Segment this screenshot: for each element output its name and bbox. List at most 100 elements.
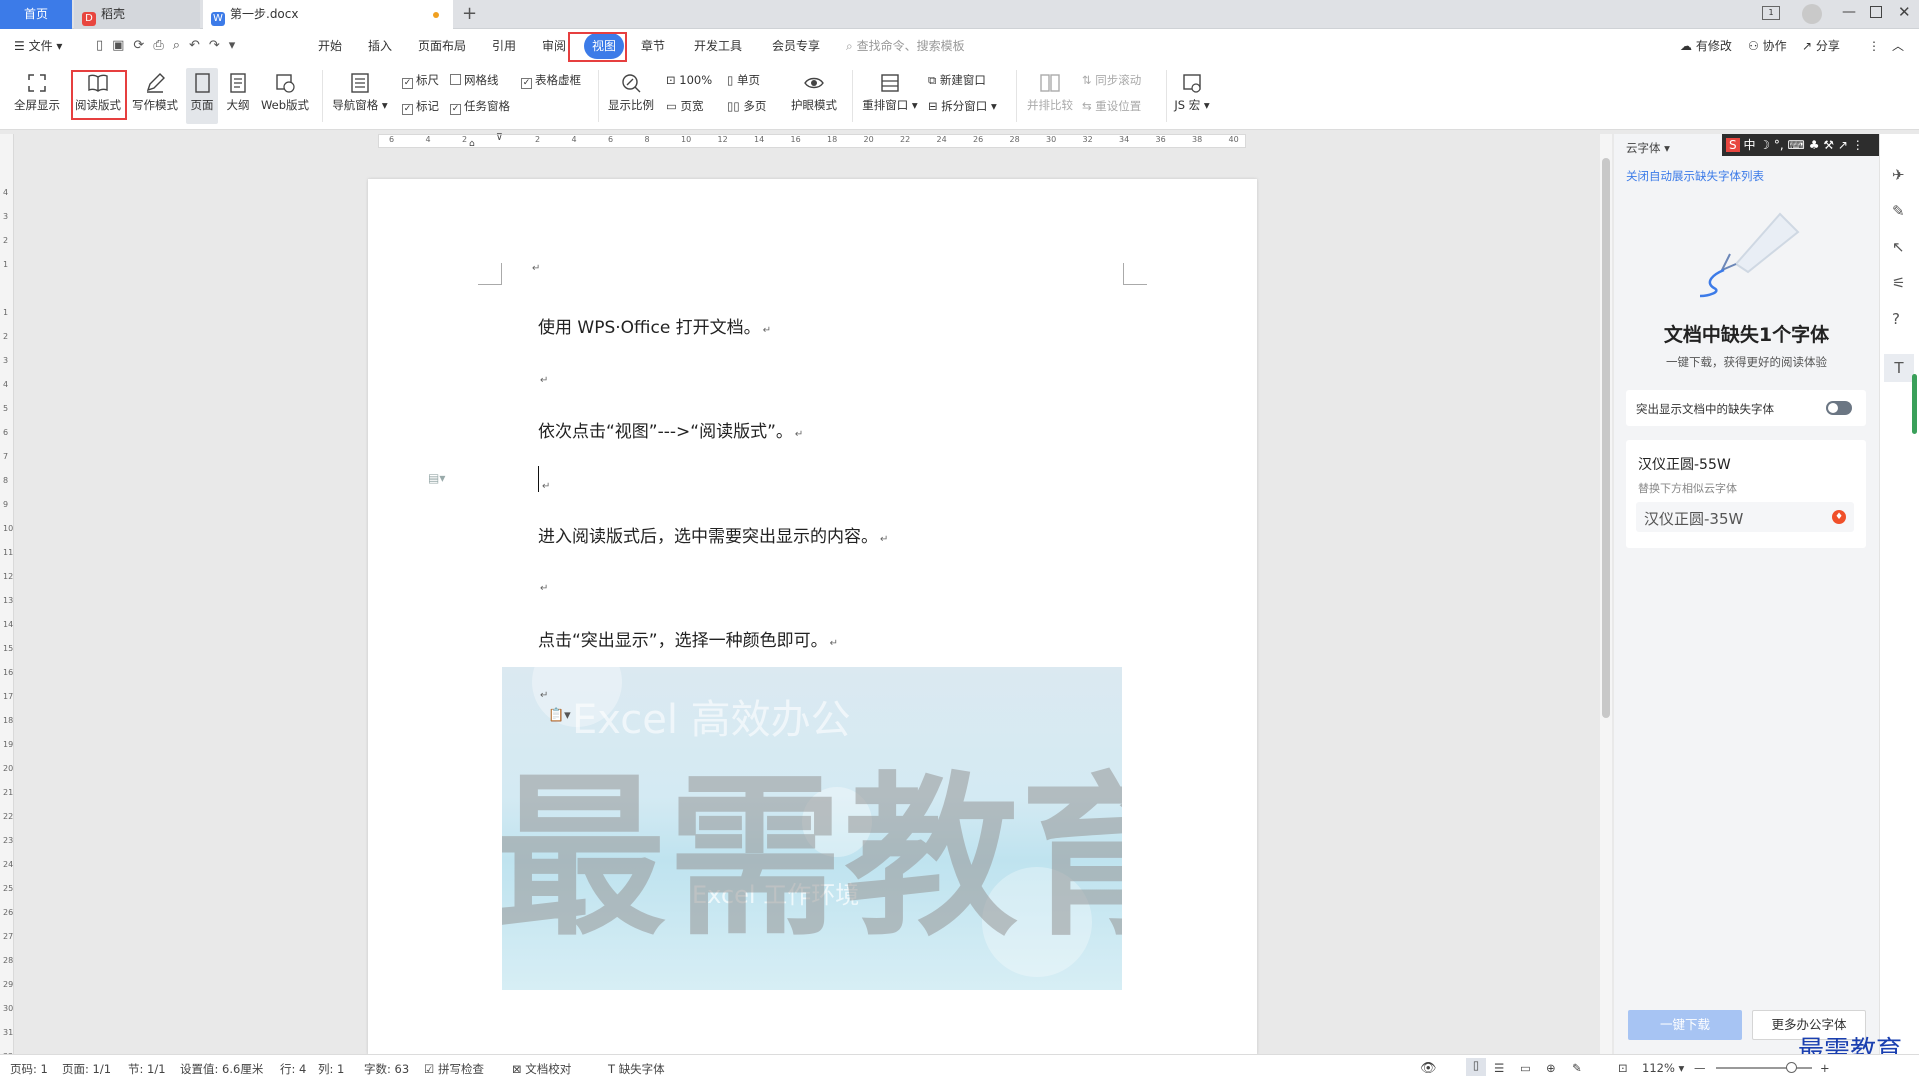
doc-proof-button[interactable]: ⊠ 文档校对 bbox=[512, 1061, 571, 1077]
menu-reference[interactable]: 引用 bbox=[492, 37, 516, 55]
tab-home[interactable]: 首页 bbox=[0, 0, 72, 29]
zoom-100-button[interactable]: ⊡ 100% bbox=[666, 72, 712, 88]
zoom-slider-thumb[interactable] bbox=[1786, 1062, 1797, 1073]
status-col[interactable]: 列: 1 bbox=[318, 1061, 344, 1077]
download-fire-icon[interactable]: ♦ bbox=[1832, 510, 1846, 524]
menu-section[interactable]: 章节 bbox=[641, 37, 665, 55]
collab-button[interactable]: ⚇ 协作 bbox=[1748, 37, 1787, 55]
status-words[interactable]: 字数: 63 bbox=[364, 1061, 409, 1077]
settings-sliders-icon[interactable]: ⚟ bbox=[1892, 274, 1905, 292]
menu-layout[interactable]: 页面布局 bbox=[418, 37, 466, 55]
return-mark: ↵ bbox=[532, 263, 541, 274]
scrollbar-thumb[interactable] bbox=[1602, 158, 1610, 718]
outline-button[interactable]: 大纲 bbox=[222, 72, 254, 113]
font-t-icon[interactable]: T bbox=[1884, 354, 1914, 382]
panel-header[interactable]: 云字体 ▾ bbox=[1626, 140, 1670, 156]
spell-check-button[interactable]: ☑ 拼写检查 bbox=[424, 1061, 484, 1077]
multi-page-button[interactable]: ▯▯ 多页 bbox=[727, 98, 766, 114]
js-macro-button[interactable]: JS 宏 ▾ bbox=[1172, 72, 1212, 113]
menu-insert[interactable]: 插入 bbox=[368, 37, 392, 55]
outline-status-icon[interactable]: ☰ bbox=[1494, 1061, 1504, 1075]
page-view-status-icon[interactable]: ▯ bbox=[1466, 1058, 1486, 1076]
status-eye-icon[interactable]: 👁 bbox=[1420, 1061, 1437, 1076]
zoom-out-icon[interactable]: — bbox=[1694, 1061, 1706, 1075]
split-window-button[interactable]: ⊟ 拆分窗口 ▾ bbox=[928, 98, 997, 114]
tab-daoke[interactable]: D 稻壳 bbox=[74, 0, 200, 29]
avatar[interactable] bbox=[1802, 4, 1822, 24]
rearrange-window-button[interactable]: 重排窗口 ▾ bbox=[860, 72, 920, 113]
collapse-ribbon-icon[interactable]: ︿ bbox=[1892, 37, 1904, 55]
return-mark: ↵ bbox=[794, 429, 804, 440]
document-page[interactable]: ↵ 使用 WPS·Office 打开文档。 ↵ ↵ 依次点击“视图”--->“阅读… bbox=[368, 179, 1257, 1055]
web-layout-button[interactable]: Web版式 bbox=[258, 72, 312, 113]
status-page[interactable]: 页码: 1 bbox=[10, 1061, 48, 1077]
zoom-in-icon[interactable]: + bbox=[1820, 1061, 1830, 1075]
one-click-download-button[interactable]: 一键下载 bbox=[1628, 1010, 1742, 1040]
menu-dev[interactable]: 开发工具 bbox=[694, 37, 742, 55]
new-tab-plus-icon[interactable]: + bbox=[462, 3, 477, 24]
more-menu-icon[interactable]: ⋮ bbox=[1868, 37, 1880, 55]
menu-review[interactable]: 审阅 bbox=[542, 37, 566, 55]
ruler-checkbox[interactable]: ✓ 标尺 bbox=[402, 72, 439, 89]
tab-document[interactable]: W 第一步.docx bbox=[203, 0, 453, 29]
ruler-left-marker-icon[interactable]: ⌂ bbox=[469, 139, 475, 149]
web-status-icon[interactable]: ⊕ bbox=[1546, 1061, 1556, 1075]
page-view-button[interactable]: 页面 bbox=[186, 68, 218, 124]
help-icon[interactable]: ? bbox=[1892, 310, 1900, 328]
select-cursor-icon[interactable]: ↖ bbox=[1892, 238, 1905, 256]
paragraph-4[interactable]: 点击“突出显示”，选择一种颜色即可。 ↵ bbox=[538, 626, 838, 651]
reset-position-button[interactable]: ⇆ 重设位置 bbox=[1082, 98, 1141, 114]
menu-member[interactable]: 会员专享 bbox=[772, 37, 820, 55]
share-button[interactable]: ↗ 分享 bbox=[1802, 37, 1840, 55]
write-status-icon[interactable]: ✎ bbox=[1572, 1061, 1582, 1075]
ruler-indent-marker-icon[interactable]: ⊽ bbox=[496, 133, 503, 143]
command-search[interactable]: ⌕ 查找命令、搜索模板 bbox=[846, 37, 965, 55]
fullscreen-button[interactable]: 全屏显示 bbox=[12, 72, 62, 113]
vertical-ruler[interactable]: 4 3 2 1 1 2 3 4 5 6 7 8 9 10 11 12 13 14 15 16 17 18 19 20 21 22 2… bbox=[0, 134, 14, 1061]
status-pages[interactable]: 页面: 1/1 bbox=[62, 1061, 111, 1077]
status-setting[interactable]: 设置值: 6.6厘米 bbox=[180, 1061, 263, 1077]
task-pane-checkbox[interactable]: ✓ 任务窗格 bbox=[450, 98, 510, 115]
compare-side-by-side-button[interactable]: 并排比较 bbox=[1024, 72, 1076, 113]
page-width-button[interactable]: ▭ 页宽 bbox=[666, 98, 704, 114]
grid-checkbox[interactable]: 网格线 bbox=[450, 72, 499, 88]
zoom-ratio-button[interactable]: 显示比例 bbox=[606, 72, 656, 113]
mark-checkbox[interactable]: ✓ 标记 bbox=[402, 98, 439, 115]
nav-pane-button[interactable]: 导航窗格 ▾ bbox=[330, 72, 390, 113]
quick-access-toolbar[interactable]: ▯▣⟳⎙⌕↶↷▾ bbox=[96, 38, 244, 53]
replace-font-option[interactable]: 汉仪正圆-35W ♦ bbox=[1636, 502, 1854, 532]
paragraph-3[interactable]: 进入阅读版式后，选中需要突出显示的内容。 ↵ bbox=[538, 522, 888, 547]
zoom-slider[interactable] bbox=[1716, 1062, 1812, 1073]
paragraph-2[interactable]: 依次点击“视图”--->“阅读版式”。 ↵ bbox=[538, 417, 803, 442]
eye-care-button[interactable]: 护眼模式 bbox=[786, 72, 842, 113]
vertical-scrollbar[interactable] bbox=[1600, 134, 1612, 1054]
horizontal-ruler[interactable]: 6 4 2 2 4 6 8 10 12 14 16 18 20 22 24 26 28 30 32 34 36 38 40 … bbox=[378, 133, 1246, 149]
close-icon[interactable]: ✕ bbox=[1898, 3, 1911, 21]
sync-scroll-button[interactable]: ⇅ 同步滚动 bbox=[1082, 72, 1141, 88]
writing-mode-button[interactable]: 写作模式 bbox=[130, 72, 180, 113]
rocket-icon[interactable]: ✈ bbox=[1892, 166, 1905, 184]
paste-options-icon[interactable]: 📋▾ bbox=[548, 708, 571, 723]
highlight-missing-toggle[interactable] bbox=[1826, 401, 1852, 415]
file-menu[interactable]: ☰ 文件 ▾ bbox=[14, 37, 62, 55]
new-window-button[interactable]: ⧉ 新建窗口 bbox=[928, 72, 986, 88]
reading-status-icon[interactable]: ▭ bbox=[1520, 1061, 1531, 1075]
edit-pen-icon[interactable]: ✎ bbox=[1892, 202, 1905, 220]
missing-font-button[interactable]: T 缺失字体 bbox=[608, 1061, 665, 1077]
window-layout-icon[interactable]: 1 bbox=[1762, 6, 1780, 20]
menu-start[interactable]: 开始 bbox=[318, 37, 342, 55]
minimize-icon[interactable]: — bbox=[1842, 4, 1856, 20]
restore-icon[interactable] bbox=[1870, 6, 1882, 18]
table-frame-checkbox[interactable]: ✓ 表格虚框 bbox=[521, 72, 581, 89]
status-row[interactable]: 行: 4 bbox=[280, 1061, 306, 1077]
status-section[interactable]: 节: 1/1 bbox=[128, 1061, 166, 1077]
close-auto-show-link[interactable]: 关闭自动展示缺失字体列表 bbox=[1626, 168, 1764, 184]
paragraph-1[interactable]: 使用 WPS·Office 打开文档。 ↵ bbox=[538, 313, 771, 338]
banner-image[interactable]: Excel 高效办公 Excel 工作环境 最需教育 bbox=[502, 667, 1122, 990]
modified-button[interactable]: ☁ 有修改 bbox=[1680, 37, 1732, 55]
paragraph-handle-icon[interactable]: ▤▾ bbox=[428, 471, 445, 485]
fit-page-icon[interactable]: ⊡ bbox=[1618, 1061, 1628, 1075]
single-page-button[interactable]: ▯ 单页 bbox=[727, 72, 760, 88]
zoom-level[interactable]: 112% ▾ bbox=[1642, 1061, 1684, 1075]
single-page-icon: ▯ bbox=[727, 73, 734, 87]
